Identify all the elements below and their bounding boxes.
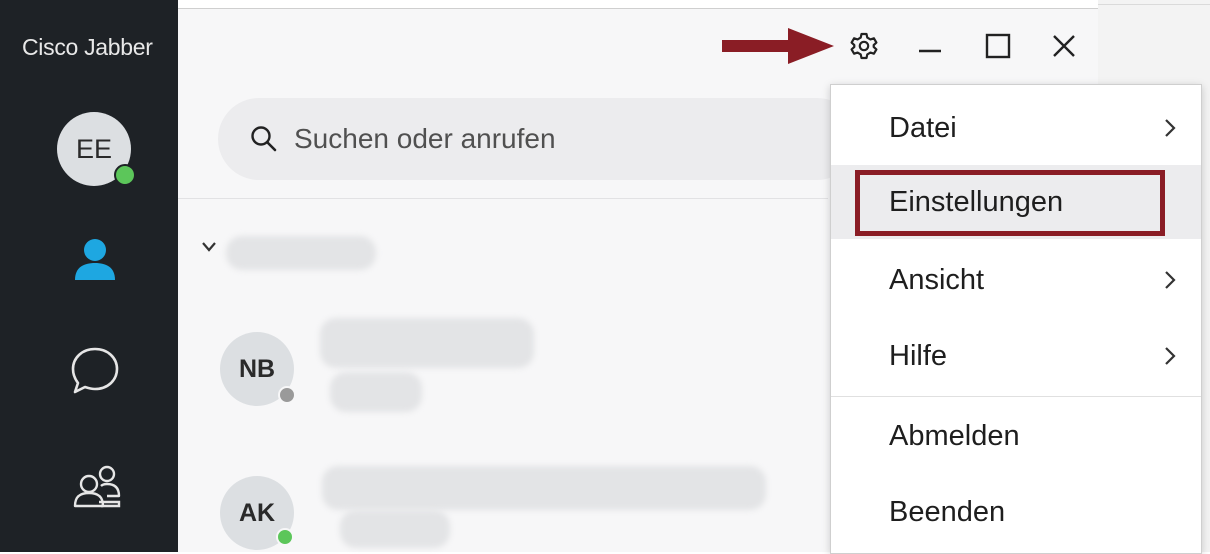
contact-presence-offline bbox=[278, 386, 296, 404]
annotation-highlight-box bbox=[855, 170, 1165, 236]
close-button[interactable] bbox=[1044, 28, 1084, 64]
contact-name-redacted bbox=[320, 318, 534, 368]
menu-item-label: Datei bbox=[889, 111, 957, 144]
contact-status-redacted bbox=[330, 372, 422, 412]
menu-item-label: Ansicht bbox=[889, 263, 985, 296]
person-icon bbox=[75, 239, 115, 280]
chevron-right-icon bbox=[1165, 347, 1176, 365]
backdrop-line bbox=[1098, 4, 1210, 5]
menu-item-label: Abmelden bbox=[889, 419, 1020, 452]
menu-item-einstellungen[interactable]: Einstellungen bbox=[831, 165, 1201, 239]
menu-item-label: Beenden bbox=[889, 495, 1006, 528]
annotation-arrow-icon bbox=[722, 28, 834, 64]
chat-bubble-icon bbox=[71, 347, 119, 394]
chevron-right-icon bbox=[1165, 119, 1176, 137]
sidebar-item-chats[interactable] bbox=[68, 344, 122, 398]
settings-menu: Datei Einstellungen Ansicht Hilfe Abmeld… bbox=[830, 84, 1202, 554]
menu-item-abmelden[interactable]: Abmelden bbox=[831, 399, 1201, 473]
contact-presence-available bbox=[276, 528, 294, 546]
group-name-redacted bbox=[226, 236, 376, 270]
app-title: Cisco Jabber bbox=[22, 34, 153, 60]
menu-separator bbox=[831, 396, 1201, 397]
user-presence-indicator bbox=[114, 164, 136, 186]
list-divider bbox=[178, 198, 828, 199]
sidebar-item-meetings[interactable] bbox=[70, 462, 124, 512]
menu-item-datei[interactable]: Datei bbox=[831, 91, 1201, 165]
search-bar[interactable] bbox=[218, 98, 858, 180]
menu-item-beenden[interactable]: Beenden bbox=[831, 475, 1201, 549]
contact-name-redacted bbox=[322, 466, 766, 510]
search-input[interactable] bbox=[292, 122, 816, 156]
sidebar-item-contacts[interactable] bbox=[70, 234, 120, 284]
window-top-edge bbox=[178, 0, 1098, 9]
minimize-icon bbox=[919, 49, 941, 53]
close-icon bbox=[1053, 35, 1075, 57]
chevron-right-icon bbox=[1165, 271, 1176, 289]
maximize-icon bbox=[985, 33, 1011, 59]
sidebar: Cisco Jabber EE bbox=[0, 0, 178, 552]
settings-gear-button[interactable] bbox=[848, 30, 880, 62]
group-icon bbox=[73, 465, 121, 508]
search-icon bbox=[251, 126, 277, 152]
menu-item-hilfe[interactable]: Hilfe bbox=[831, 319, 1201, 393]
menu-item-ansicht[interactable]: Ansicht bbox=[831, 243, 1201, 317]
contact-status-redacted bbox=[340, 510, 450, 548]
chevron-down-icon[interactable] bbox=[200, 240, 218, 254]
minimize-button[interactable] bbox=[910, 28, 950, 64]
maximize-button[interactable] bbox=[978, 28, 1018, 64]
menu-item-label: Hilfe bbox=[889, 339, 948, 372]
gear-icon bbox=[850, 32, 878, 60]
